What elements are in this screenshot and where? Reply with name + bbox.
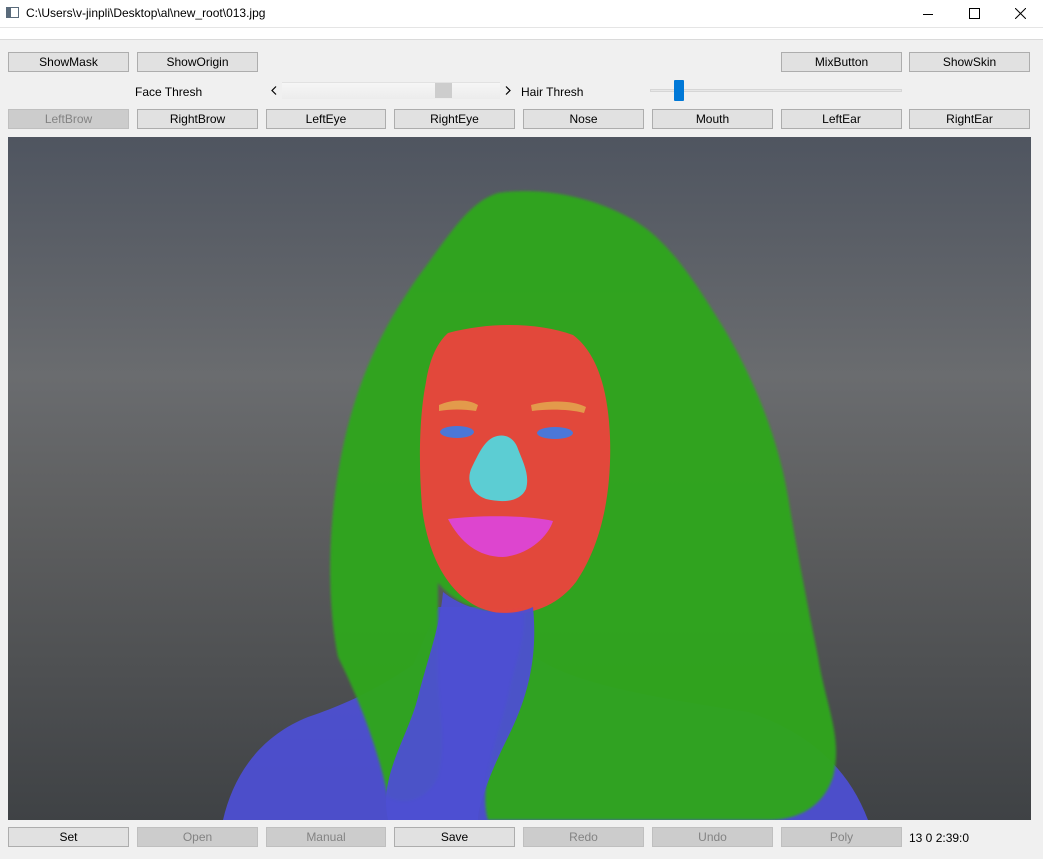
scrollbar-track[interactable] — [282, 82, 500, 99]
mouth-button[interactable]: Mouth — [652, 109, 773, 129]
open-button[interactable]: Open — [137, 827, 258, 847]
poly-button[interactable]: Poly — [781, 827, 902, 847]
manual-button[interactable]: Manual — [266, 827, 386, 847]
left-eye-mask — [440, 426, 474, 438]
slider-handle[interactable] — [674, 80, 685, 101]
segmentation-image-view[interactable] — [8, 137, 1031, 820]
right-eye-mask — [537, 427, 573, 439]
face-thresh-label: Face Thresh — [135, 85, 203, 99]
chevron-left-icon — [271, 86, 277, 95]
segmentation-overlay — [8, 137, 1031, 820]
right-eye-button[interactable]: RightEye — [394, 109, 515, 129]
slider-groove — [650, 89, 902, 92]
scroll-left-arrow[interactable] — [266, 81, 282, 100]
scroll-right-arrow[interactable] — [500, 81, 516, 100]
minimize-button[interactable] — [905, 0, 951, 27]
title-bar: C:\Users\v-jinpli\Desktop\al\new_root\01… — [0, 0, 1043, 28]
left-eye-button[interactable]: LeftEye — [266, 109, 386, 129]
left-brow-button[interactable]: LeftBrow — [8, 109, 129, 129]
mix-button[interactable]: MixButton — [781, 52, 902, 72]
app-icon — [6, 7, 19, 18]
redo-button[interactable]: Redo — [523, 827, 644, 847]
status-text: 13 0 2:39:0 — [909, 831, 970, 845]
maximize-icon — [968, 8, 980, 19]
chevron-right-icon — [505, 86, 511, 95]
show-origin-button[interactable]: ShowOrigin — [137, 52, 258, 72]
close-button[interactable] — [997, 0, 1043, 27]
scrollbar-thumb[interactable] — [434, 83, 452, 98]
face-thresh-scrollbar[interactable] — [266, 81, 516, 100]
save-button[interactable]: Save — [394, 827, 515, 847]
left-ear-button[interactable]: LeftEar — [781, 109, 902, 129]
maximize-button[interactable] — [951, 0, 997, 27]
minimize-icon — [923, 13, 933, 15]
show-skin-button[interactable]: ShowSkin — [909, 52, 1030, 72]
undo-button[interactable]: Undo — [652, 827, 773, 847]
right-brow-button[interactable]: RightBrow — [137, 109, 258, 129]
hair-thresh-slider[interactable] — [650, 80, 902, 102]
set-button[interactable]: Set — [8, 827, 129, 847]
menu-strip — [0, 28, 1043, 40]
window-title: C:\Users\v-jinpli\Desktop\al\new_root\01… — [26, 6, 266, 20]
hair-thresh-label: Hair Thresh — [521, 85, 584, 99]
nose-button[interactable]: Nose — [523, 109, 644, 129]
show-mask-button[interactable]: ShowMask — [8, 52, 129, 72]
close-icon — [1014, 8, 1026, 19]
right-ear-button[interactable]: RightEar — [909, 109, 1030, 129]
